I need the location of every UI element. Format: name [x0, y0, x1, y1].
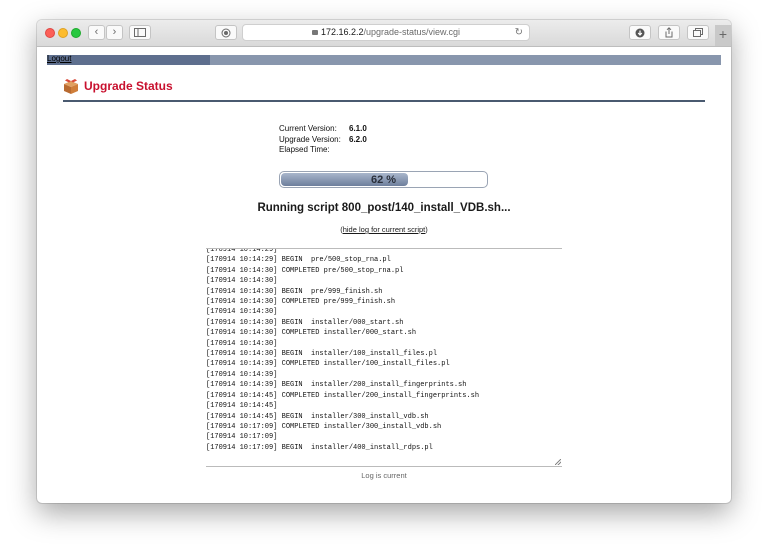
elapsed-time-row: Elapsed Time: [279, 145, 367, 156]
log-line: [170914 10:14:30] COMPLETED pre/999_fini… [206, 298, 396, 307]
log-line: [170914 10:14:45] COMPLETED installer/20… [206, 391, 480, 400]
log-line: [170914 10:14:29] BEGIN pre/500_stop_rna… [206, 256, 391, 265]
chevron-right-icon: › [112, 26, 117, 38]
log-line: [170914 10:14:30] [206, 277, 278, 286]
log-line: [170914 10:14:30] BEGIN installer/100_in… [206, 350, 438, 359]
current-version-value: 6.1.0 [349, 124, 367, 133]
upgrade-version-row: Upgrade Version: 6.2.0 [279, 135, 367, 146]
log-line: [170914 10:14:45] BEGIN installer/300_in… [206, 412, 429, 421]
log-status-text: Log is current [361, 471, 407, 480]
log-lines: [170914 10:14:29] [170914 10:14:29] BEGIN… [206, 248, 480, 453]
minimize-window-button[interactable] [58, 28, 68, 38]
log-line: [170914 10:14:39] BEGIN installer/200_in… [206, 381, 467, 390]
sidebar-toggle-button[interactable] [129, 25, 151, 40]
reload-icon[interactable]: ↻ [515, 25, 523, 40]
url-path: /upgrade-status/view.cgi [363, 27, 461, 37]
hide-log-wrapper: (hide log for current script) [340, 225, 428, 234]
top-nav-bar: Logout [47, 54, 721, 65]
package-icon [64, 79, 78, 94]
upgrade-version-value: 6.2.0 [349, 134, 367, 144]
upgrade-progress-bar: 62 % [279, 171, 488, 188]
download-icon [635, 28, 645, 38]
zoom-window-button[interactable] [71, 28, 81, 38]
sidebar-icon [134, 28, 146, 37]
version-info: Current Version: 6.1.0 Upgrade Version: 6.… [279, 124, 367, 156]
elapsed-time-label: Elapsed Time: [279, 145, 330, 154]
shield-icon [221, 28, 231, 38]
downloads-button[interactable] [629, 25, 651, 40]
page-title: Upgrade Status [84, 79, 173, 93]
address-bar[interactable]: 172.16.2.2/upgrade-status/view.cgi ↻ [242, 24, 530, 41]
lock-icon [311, 30, 318, 35]
browser-window: ‹ › 172.16.2.2/upgrade-status/view.cgi ↻… [37, 20, 731, 503]
running-script-text: Running script 800_post/140_install_VDB.… [257, 202, 511, 214]
logout-link[interactable]: Logout [47, 54, 71, 63]
current-version-row: Current Version: 6.1.0 [279, 124, 367, 135]
log-line: [170914 10:14:39] COMPLETED installer/10… [206, 360, 450, 369]
browser-toolbar: ‹ › 172.16.2.2/upgrade-status/view.cgi ↻… [37, 20, 731, 47]
title-divider [63, 100, 705, 102]
chevron-left-icon: ‹ [94, 26, 99, 38]
new-tab-button[interactable]: + [715, 25, 731, 46]
log-line: [170914 10:14:30] BEGIN pre/999_finish.s… [206, 287, 383, 296]
hide-log-link[interactable]: hide log for current script [343, 225, 426, 234]
log-line: [170914 10:14:29] [206, 248, 278, 254]
tabs-icon [692, 28, 703, 37]
log-line: [170914 10:14:30] BEGIN installer/000_st… [206, 318, 404, 327]
back-button[interactable]: ‹ [88, 25, 105, 40]
log-textarea[interactable]: [170914 10:14:29] [170914 10:14:29] BEGIN… [206, 248, 562, 467]
upgrade-version-label: Upgrade Version: [279, 134, 341, 144]
log-line: [170914 10:17:09] COMPLETED installer/30… [206, 422, 442, 431]
log-line: [170914 10:14:30] [206, 308, 278, 317]
close-window-button[interactable] [45, 28, 55, 38]
log-line: [170914 10:14:30] COMPLETED pre/500_stop… [206, 266, 404, 275]
share-button[interactable] [658, 25, 680, 40]
log-line: [170914 10:14:39] [206, 370, 278, 379]
progress-percent-text: 62 % [370, 174, 397, 186]
log-line: [170914 10:14:45] [206, 402, 278, 411]
url-host: 172.16.2.2 [320, 27, 364, 37]
log-line: [170914 10:14:30] [206, 339, 278, 348]
privacy-report-button[interactable] [215, 25, 237, 40]
share-icon [665, 27, 673, 38]
tabs-overview-button[interactable] [687, 25, 709, 40]
current-version-label: Current Version: [279, 124, 337, 133]
log-line: [170914 10:17:09] [206, 433, 278, 442]
resize-grip-icon[interactable] [555, 459, 561, 465]
forward-button[interactable]: › [106, 25, 123, 40]
log-line: [170914 10:14:30] COMPLETED installer/00… [206, 329, 417, 338]
log-line: [170914 10:17:09] BEGIN installer/400_in… [206, 443, 433, 452]
